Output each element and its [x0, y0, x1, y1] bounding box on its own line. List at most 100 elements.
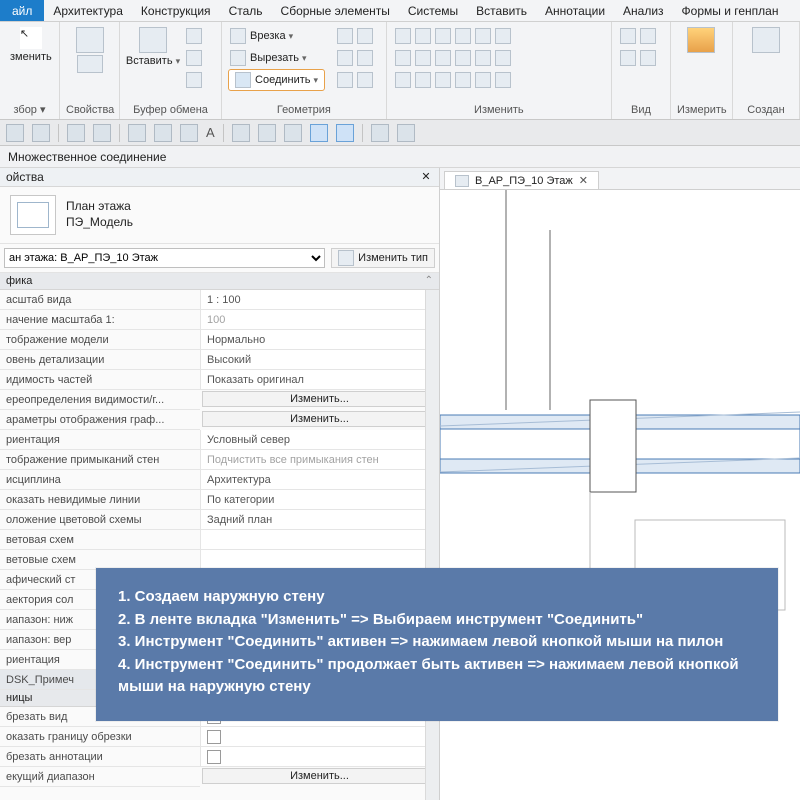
menu-analysis[interactable]: Анализ [614, 0, 673, 21]
geom-icon-2[interactable] [357, 28, 373, 44]
menu-file[interactable]: айл [0, 0, 44, 21]
geom-icon-1[interactable] [337, 28, 353, 44]
group-geometry: Геометрия [228, 102, 380, 119]
scissors-icon [186, 28, 202, 44]
menu-annotations[interactable]: Аннотации [536, 0, 614, 21]
menubar: айл Архитектура Конструкция Сталь Сборны… [0, 0, 800, 22]
qat-icon[interactable] [310, 124, 328, 142]
menu-insert[interactable]: Вставить [467, 0, 536, 21]
close-icon[interactable]: ✕ [419, 170, 433, 184]
view-tab[interactable]: В_АР_ПЭ_10 Этаж ✕ [444, 171, 599, 189]
qat-icon[interactable] [180, 124, 198, 142]
paste-button[interactable]: Вставить [126, 25, 180, 69]
qat-icon[interactable] [371, 124, 389, 142]
view-icon-a[interactable] [620, 50, 636, 66]
step-2: 2. В ленте вкладка "Изменить" => Выбирае… [118, 609, 756, 632]
align-icon[interactable] [395, 28, 411, 44]
rotate-icon[interactable] [435, 50, 451, 66]
geom-icon-3[interactable] [337, 50, 353, 66]
prop-edit-button[interactable]: Изменить... [202, 391, 437, 407]
geom-icon-4[interactable] [357, 50, 373, 66]
menu-steel[interactable]: Сталь [220, 0, 272, 21]
move-icon[interactable] [395, 50, 411, 66]
menu-massing[interactable]: Формы и генплан [673, 0, 788, 21]
menu-systems[interactable]: Системы [399, 0, 467, 21]
qat-icon[interactable] [397, 124, 415, 142]
split-icon[interactable] [455, 28, 471, 44]
qat-icon[interactable] [6, 124, 24, 142]
modify-button[interactable]: ↖ зменить [6, 25, 56, 65]
prop-value: Архитектура [200, 470, 439, 490]
mod-icon-a[interactable] [395, 72, 411, 88]
qat-icon[interactable] [93, 124, 111, 142]
quick-access-bar: A [0, 120, 800, 146]
copy-button[interactable] [184, 47, 204, 69]
match-button[interactable] [184, 69, 204, 91]
copy2-icon[interactable] [415, 50, 431, 66]
qat-icon[interactable] [258, 124, 276, 142]
prop-edit-button[interactable]: Изменить... [202, 768, 437, 784]
pin-icon[interactable] [495, 50, 511, 66]
step-4: 4. Инструмент "Соединить" продолжает быт… [118, 654, 756, 699]
qat-icon[interactable] [154, 124, 172, 142]
mod-icon-b[interactable] [415, 72, 431, 88]
qat-icon[interactable] [128, 124, 146, 142]
cope-icon [230, 28, 246, 44]
ext-icon[interactable] [495, 28, 511, 44]
prop-name: оказать невидимые линии [0, 490, 200, 510]
hide-icon[interactable] [620, 28, 636, 44]
type-properties-icon [77, 55, 103, 73]
edit-type-button[interactable]: Изменить тип [331, 248, 435, 268]
mod-icon-f[interactable] [495, 72, 511, 88]
isolate-icon[interactable] [640, 28, 656, 44]
array-icon[interactable] [455, 50, 471, 66]
instance-selector[interactable]: ан этажа: В_АР_ПЭ_10 Этаж [4, 248, 325, 268]
menu-precast[interactable]: Сборные элементы [272, 0, 399, 21]
prop-value[interactable]: 1 : 100 [200, 290, 439, 310]
properties-button[interactable] [66, 25, 113, 75]
qat-icon[interactable] [32, 124, 50, 142]
mirror-icon[interactable] [435, 28, 451, 44]
qat-icon[interactable] [232, 124, 250, 142]
type-thumbnail[interactable] [10, 195, 56, 235]
prop-checkbox[interactable] [200, 747, 439, 767]
prop-name: оложение цветовой схемы [0, 510, 200, 530]
prop-checkbox[interactable] [200, 727, 439, 747]
qat-icon[interactable] [336, 124, 354, 142]
prop-name: риентация [0, 430, 200, 450]
cope-button[interactable]: Врезка [228, 25, 325, 47]
prop-value: По категории [200, 490, 439, 510]
offset-icon[interactable] [415, 28, 431, 44]
scale-icon[interactable] [475, 50, 491, 66]
geom-icon-6[interactable] [357, 72, 373, 88]
measure-button[interactable] [677, 25, 726, 55]
qat-icon[interactable] [284, 124, 302, 142]
qat-icon[interactable] [67, 124, 85, 142]
prop-value: Задний план [200, 510, 439, 530]
prop-name: брезать аннотации [0, 747, 200, 767]
trim-icon[interactable] [475, 28, 491, 44]
prop-name: екущий диапазон [0, 767, 200, 787]
view-icon [455, 175, 469, 187]
scrollbar[interactable] [425, 290, 439, 800]
menu-architecture[interactable]: Архитектура [44, 0, 132, 21]
join-button[interactable]: Соединить [228, 69, 325, 91]
ribbon: ↖ зменить збор ▾ Свойства Вставить Буфер… [0, 22, 800, 120]
prop-name: ереопределения видимости/г... [0, 390, 200, 410]
mod-icon-c[interactable] [435, 72, 451, 88]
measure-icon [687, 27, 715, 53]
geom-icon-5[interactable] [337, 72, 353, 88]
close-icon[interactable]: ✕ [579, 174, 588, 187]
prop-edit-button[interactable]: Изменить... [202, 411, 437, 427]
create-button[interactable] [739, 25, 793, 55]
mode-bar: Множественное соединение [0, 146, 800, 168]
view-icon-b[interactable] [640, 50, 656, 66]
brush-icon [186, 72, 202, 88]
cut-button[interactable] [184, 25, 204, 47]
group-graphics[interactable]: фика [0, 273, 439, 290]
mod-icon-d[interactable] [455, 72, 471, 88]
menu-construction[interactable]: Конструкция [132, 0, 220, 21]
step-1: 1. Создаем наружную стену [118, 586, 756, 609]
mod-icon-e[interactable] [475, 72, 491, 88]
cut-geom-button[interactable]: Вырезать [228, 47, 325, 69]
